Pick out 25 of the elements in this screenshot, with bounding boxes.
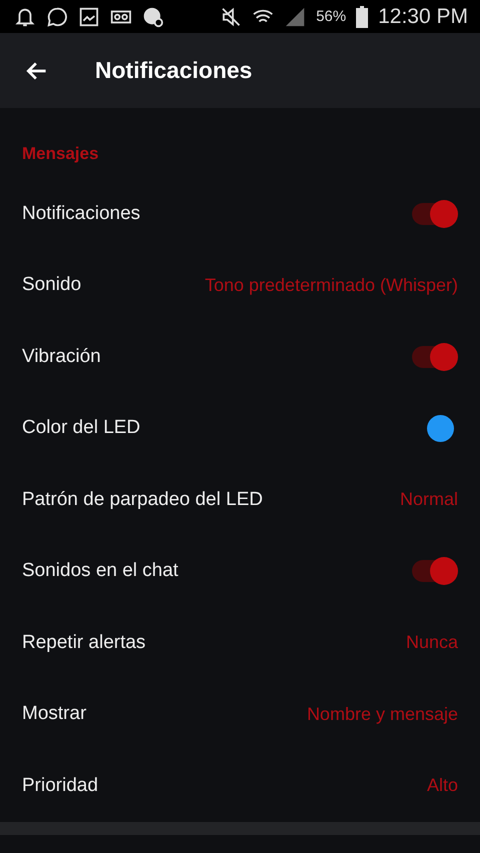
battery-icon bbox=[356, 6, 368, 28]
clock-time: 12:30 PM bbox=[378, 4, 468, 28]
disc-alert-icon bbox=[142, 6, 164, 28]
setting-label[interactable]: Sonidos en el chat bbox=[22, 560, 178, 582]
setting-value: Tono predeterminado (Whisper) bbox=[204, 274, 458, 296]
chat-bubble-icon bbox=[46, 6, 68, 28]
color-dot[interactable] bbox=[427, 414, 454, 442]
setting-label[interactable]: Prioridad bbox=[22, 774, 98, 797]
setting-label[interactable]: Notificaciones bbox=[22, 202, 140, 225]
setting-label[interactable]: Vibración bbox=[22, 346, 101, 368]
setting-value: Nunca bbox=[406, 632, 458, 654]
setting-label[interactable]: Mostrar bbox=[22, 703, 86, 726]
signal-icon bbox=[284, 6, 306, 28]
setting-value: Alto bbox=[426, 775, 458, 796]
mute-icon bbox=[220, 6, 242, 28]
setting-label[interactable]: Color del LED bbox=[22, 417, 140, 440]
setting-label[interactable]: Patrón de parpadeo del LED bbox=[22, 488, 263, 511]
setting-label[interactable]: Repetir alertas bbox=[22, 632, 146, 654]
battery-percent: 56% bbox=[316, 8, 346, 25]
setting-value: Nombre y mensaje bbox=[306, 704, 458, 725]
image-icon bbox=[78, 6, 100, 28]
setting-label[interactable]: Sonido bbox=[22, 274, 82, 296]
setting-value: Normal bbox=[400, 489, 458, 510]
screen-title: Notificaciones bbox=[95, 57, 252, 84]
section-title: Mensajes bbox=[22, 144, 99, 164]
